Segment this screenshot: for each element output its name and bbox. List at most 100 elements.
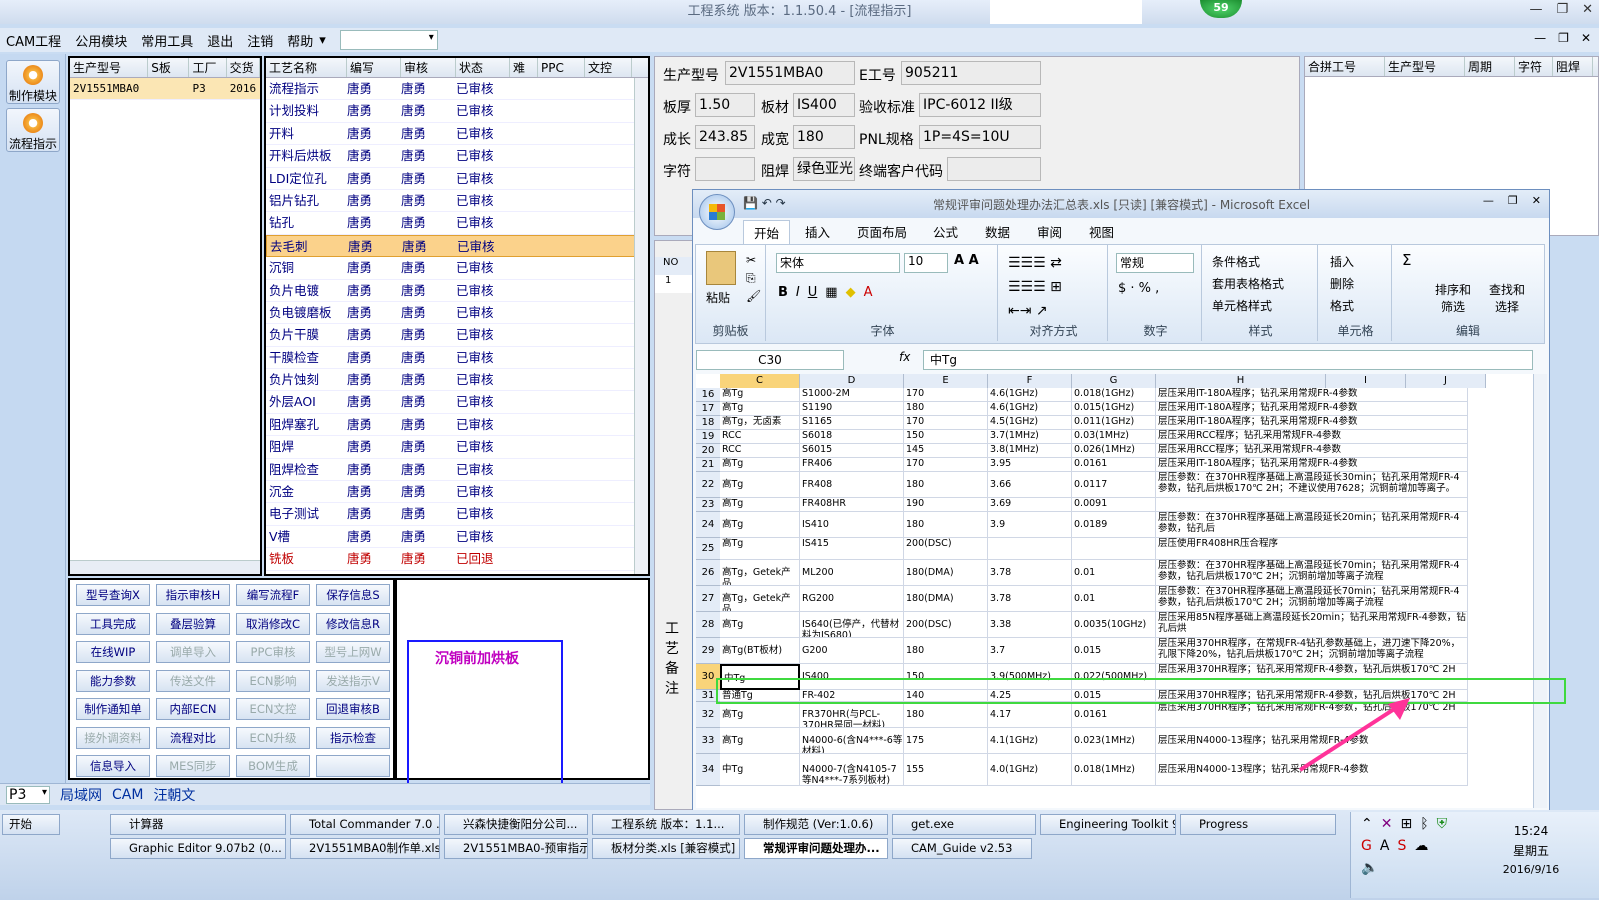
- formula-bar[interactable]: 中Tg: [923, 350, 1533, 370]
- sheet-cell[interactable]: 层压采用85N程序基础上高温段延长20min；钻孔采用常规FR-4参数，钻孔后烘: [1156, 612, 1468, 638]
- col-ppc[interactable]: PPC: [538, 58, 585, 77]
- command-button[interactable]: ECN影响: [236, 669, 310, 692]
- sheet-cell[interactable]: 0.011(1GHz): [1072, 416, 1156, 430]
- sheet-cell[interactable]: 层压采用IT-180A程序；钻孔采用常规FR-4参数: [1156, 402, 1468, 416]
- sheet-cell[interactable]: FR370HR(与PCL-370HR是同一材料): [800, 702, 904, 728]
- col-merge-mask[interactable]: 阻焊: [1553, 57, 1593, 76]
- command-button[interactable]: BOM生成: [236, 755, 310, 777]
- sheet-cell[interactable]: 层压参数：在370HR程序基础上高温段延长70min；钻孔采用常规FR-4参数，…: [1156, 586, 1468, 612]
- sheet-cell[interactable]: [988, 538, 1072, 560]
- command-button[interactable]: 传送文件: [156, 669, 230, 692]
- column-header[interactable]: E: [904, 374, 988, 388]
- sheet-cell[interactable]: N4000-6(含N4***-6等材料): [800, 728, 904, 754]
- sheet-cell[interactable]: 0.03(1MHz): [1072, 430, 1156, 444]
- mdi-restore-button[interactable]: ❐: [1558, 31, 1569, 45]
- sheet-cell[interactable]: 0.023(1MHz): [1072, 728, 1156, 754]
- field-silk[interactable]: [695, 157, 755, 181]
- excel-minimize-button[interactable]: —: [1483, 194, 1494, 207]
- sheet-cell[interactable]: 0.018(1GHz): [1072, 388, 1156, 402]
- sheet-cell[interactable]: 155: [904, 754, 988, 786]
- col-merge-no[interactable]: 合拼工号: [1305, 57, 1385, 76]
- field-thickness[interactable]: 1.50: [695, 93, 755, 117]
- taskbar-item[interactable]: Total Commander 7.0 ...: [290, 814, 440, 835]
- ribbon-tab[interactable]: 开始: [743, 220, 791, 244]
- sheet-cell[interactable]: 高Tg，Getek产品: [720, 586, 800, 612]
- table-row[interactable]: 铣板 唐勇 唐勇 已回退: [266, 548, 648, 571]
- sheet-cell[interactable]: 高Tg: [720, 472, 800, 498]
- col-process-name[interactable]: 工艺名称: [266, 58, 347, 77]
- menu-exit[interactable]: 退出: [207, 31, 233, 50]
- process-vscrollbar[interactable]: [634, 78, 648, 574]
- minimize-button[interactable]: —: [1529, 2, 1542, 17]
- sheet-cell[interactable]: RG200: [800, 586, 904, 612]
- sheet-cell[interactable]: 180: [904, 702, 988, 728]
- row-header[interactable]: 27: [696, 586, 720, 612]
- field-length[interactable]: 243.85: [695, 125, 755, 149]
- insert-cells-button[interactable]: 插入: [1330, 251, 1354, 273]
- table-row[interactable]: V槽 唐勇 唐勇 已审核: [266, 526, 648, 549]
- undo-icon[interactable]: ↶: [762, 196, 772, 210]
- sheet-cell[interactable]: RCC: [720, 444, 800, 458]
- order-row[interactable]: 2V1551MBA0 P3 2016: [70, 78, 260, 101]
- format-painter-icon[interactable]: 🖌: [746, 289, 761, 303]
- sheet-cell[interactable]: IS410: [800, 512, 904, 538]
- menu-cam[interactable]: CAM工程: [6, 31, 61, 50]
- clock[interactable]: 15:24 星期五 2016/9/16: [1501, 824, 1561, 876]
- sheet-cell[interactable]: 180(DMA): [904, 560, 988, 586]
- col-doc-control[interactable]: 文控: [585, 58, 632, 77]
- sheet-cell[interactable]: S1000-2M: [800, 388, 904, 402]
- sheet-cell[interactable]: 3.78: [988, 586, 1072, 612]
- col-factory[interactable]: 工厂: [189, 58, 227, 77]
- field-client[interactable]: [947, 157, 1041, 181]
- sheet-cell[interactable]: 0.018(1MHz): [1072, 754, 1156, 786]
- row-header[interactable]: 34: [696, 754, 720, 786]
- sheet-cell[interactable]: 170: [904, 416, 988, 430]
- sheet-cell[interactable]: 0.0117: [1072, 472, 1156, 498]
- command-button[interactable]: PPC审核: [236, 641, 310, 663]
- underline-icon[interactable]: U: [808, 285, 818, 300]
- sheet-cell[interactable]: 3.95: [988, 458, 1072, 472]
- column-header[interactable]: I: [1326, 374, 1406, 388]
- find-select-button[interactable]: 查找和选择: [1484, 281, 1530, 315]
- command-button[interactable]: 编写流程F: [236, 584, 310, 606]
- sheet-cell[interactable]: S6015: [800, 444, 904, 458]
- command-button[interactable]: 工具完成: [76, 612, 150, 635]
- taskbar-item[interactable]: 工程系统 版本：1.1...: [592, 814, 740, 835]
- sheet-cell[interactable]: 高Tg: [720, 458, 800, 472]
- table-row[interactable]: 沉金 唐勇 唐勇 已审核: [266, 481, 648, 504]
- sheet-cell[interactable]: 3.7(1MHz): [988, 430, 1072, 444]
- border-icon[interactable]: ▦: [825, 285, 837, 300]
- sheet-cell[interactable]: 180: [904, 402, 988, 416]
- col-reviewer[interactable]: 审核: [401, 58, 456, 77]
- sheet-cell[interactable]: 180: [904, 512, 988, 538]
- taskbar-item[interactable]: get.exe: [892, 814, 1036, 835]
- paste-button[interactable]: 粘贴: [706, 289, 730, 306]
- table-row[interactable]: 外层AOI 唐勇 唐勇 已审核: [266, 391, 648, 414]
- sheet-cell[interactable]: 0.0035(10GHz): [1072, 612, 1156, 638]
- command-button[interactable]: 修改信息R: [316, 612, 390, 635]
- sheet-cell[interactable]: 高Tg: [720, 612, 800, 638]
- row-header[interactable]: 29: [696, 638, 720, 664]
- sheet-cell[interactable]: 高Tg，无卤素: [720, 416, 800, 430]
- sheet-cell[interactable]: 3.38: [988, 612, 1072, 638]
- save-icon[interactable]: 💾: [743, 196, 758, 210]
- field-pnl[interactable]: 1P=4S=10U: [919, 125, 1041, 149]
- ribbon-tab[interactable]: 页面布局: [857, 222, 907, 241]
- sheet-cell[interactable]: 层压采用RCC程序；钻孔采用常规FR-4参数: [1156, 430, 1468, 444]
- table-row[interactable]: 干膜检查 唐勇 唐勇 已审核: [266, 347, 648, 370]
- sort-filter-button[interactable]: 排序和筛选: [1430, 281, 1476, 315]
- col-difficulty[interactable]: 难: [510, 58, 538, 77]
- table-row[interactable]: 钻孔 唐勇 唐勇 已审核: [266, 212, 648, 235]
- command-button[interactable]: 内部ECN: [156, 698, 230, 720]
- orders-hscrollbar[interactable]: [70, 560, 260, 574]
- table-row[interactable]: 计划投料 唐勇 唐勇 已审核: [266, 100, 648, 123]
- sheet-cell[interactable]: 高Tg，Getek产品: [720, 560, 800, 586]
- table-row[interactable]: 流程指示 唐勇 唐勇 已审核: [266, 78, 648, 101]
- ribbon-tab[interactable]: 审阅: [1037, 222, 1062, 241]
- sheet-cell[interactable]: FR406: [800, 458, 904, 472]
- table-row[interactable]: 去毛刺 唐勇 唐勇 已审核: [266, 234, 648, 258]
- sheet-cell[interactable]: S1190: [800, 402, 904, 416]
- row-header[interactable]: 28: [696, 612, 720, 638]
- taskbar-item[interactable]: Progress: [1180, 814, 1336, 835]
- menu-more-icon[interactable]: ▾: [319, 33, 326, 48]
